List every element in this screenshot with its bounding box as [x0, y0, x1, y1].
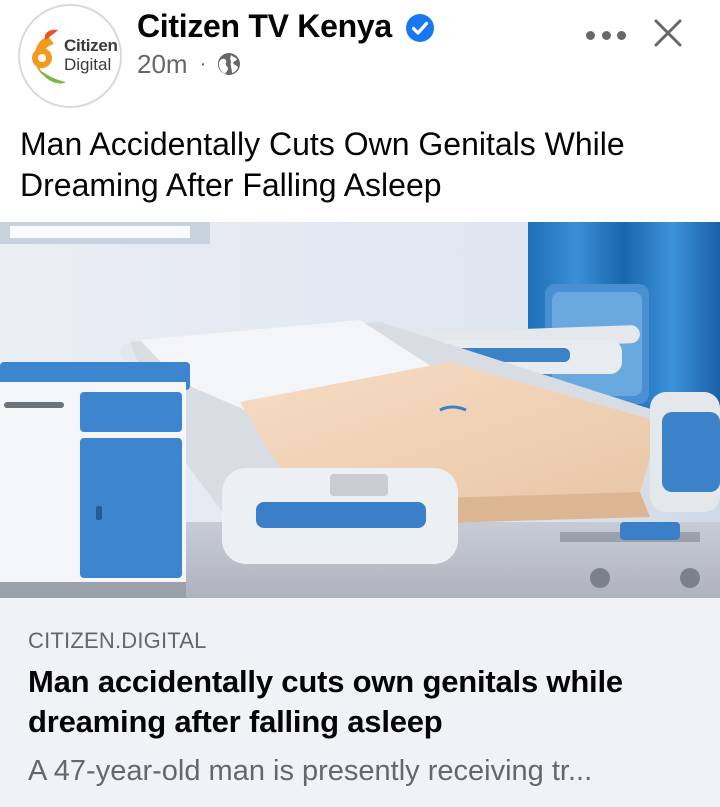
post-header: Citizen Digital Citizen TV Kenya 20m ·: [0, 0, 720, 118]
hospital-bed-photo: [0, 222, 720, 598]
globe-icon: [218, 53, 241, 75]
page-avatar[interactable]: Citizen Digital: [18, 4, 122, 108]
post-image[interactable]: [0, 222, 720, 598]
post-timestamp[interactable]: 20m: [137, 49, 188, 80]
more-options-icon[interactable]: [586, 25, 626, 45]
avatar-wordmark: Citizen Digital: [64, 36, 120, 74]
meta-separator: ·: [199, 52, 207, 75]
avatar-line2: Digital: [64, 55, 112, 74]
link-description: A 47-year-old man is presently receiving…: [28, 755, 593, 787]
post-caption: Man Accidentally Cuts Own Genitals While…: [20, 126, 625, 203]
post-meta: 20m ·: [137, 49, 242, 79]
link-domain: CITIZEN.DIGITAL: [28, 628, 207, 653]
close-icon[interactable]: [652, 17, 684, 49]
page-name[interactable]: Citizen TV Kenya: [137, 8, 392, 45]
avatar-line1: Citizen: [64, 36, 118, 55]
link-title[interactable]: Man accidentally cuts own genitals while…: [28, 662, 698, 742]
verified-badge-icon: [406, 14, 434, 42]
